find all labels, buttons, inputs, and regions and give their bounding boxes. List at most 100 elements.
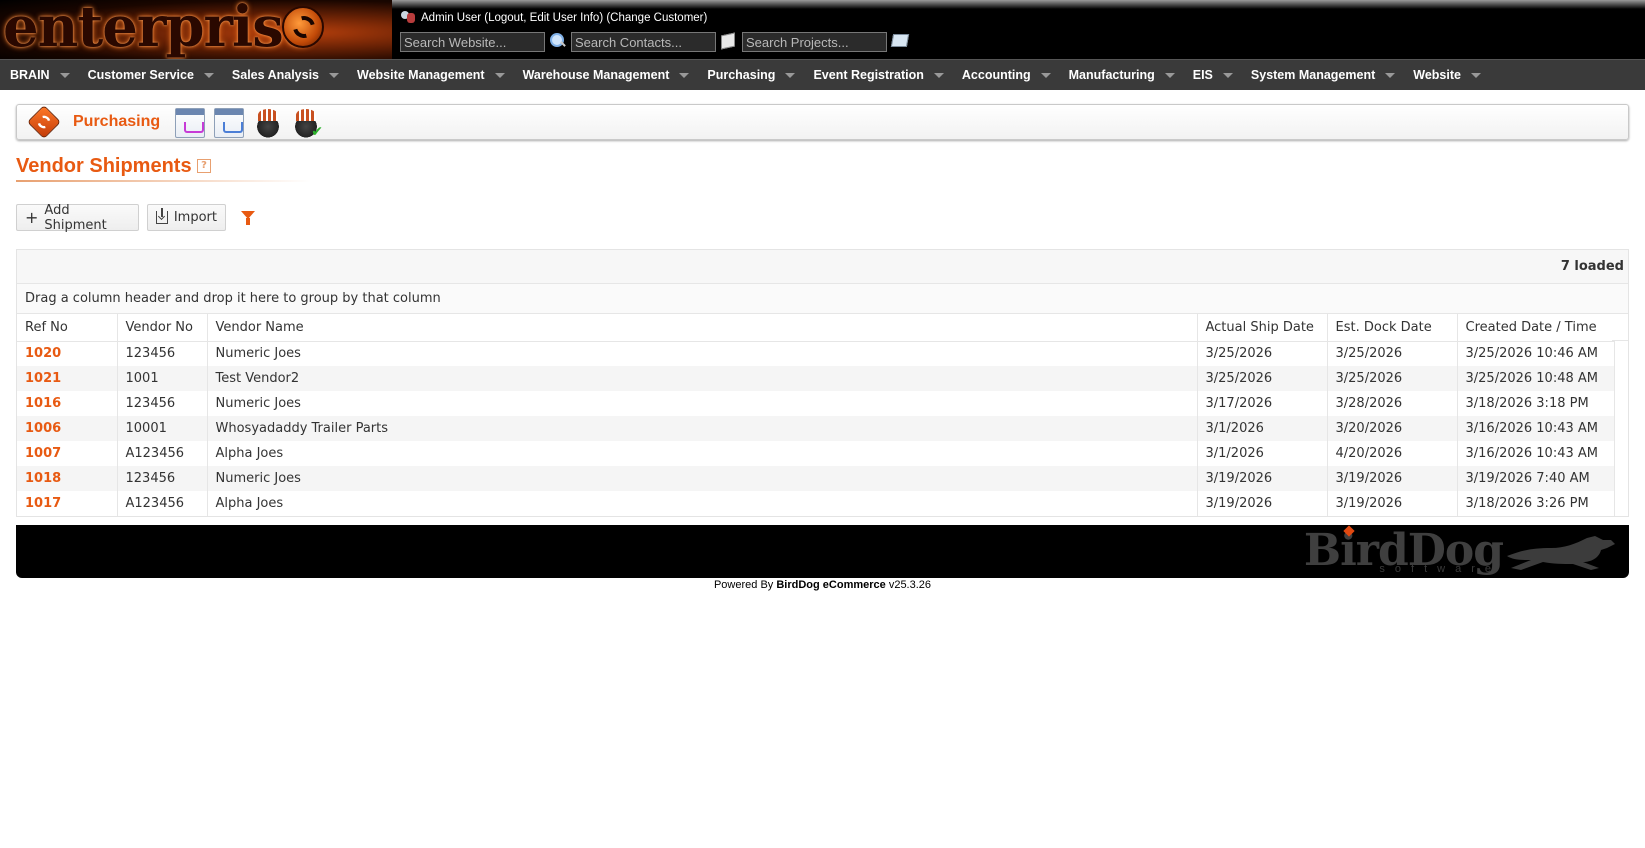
powered-by-line: Powered By BirdDog eCommerce v25.3.26 — [0, 579, 1645, 591]
vendor-name-cell: Alpha Joes — [207, 441, 1198, 466]
user-icon — [400, 11, 416, 24]
table-row[interactable]: 1006 10001 Whosyadaddy Trailer Parts 3/1… — [17, 416, 1615, 441]
caret-down-icon — [1040, 72, 1051, 78]
search-projects-input[interactable] — [742, 32, 887, 52]
nav-item-eis[interactable]: EIS — [1193, 68, 1251, 82]
purchase-order-query-icon[interactable] — [214, 108, 244, 138]
ref-no-link[interactable]: 1017 — [17, 491, 118, 516]
search-website-input[interactable] — [400, 32, 545, 52]
column-header-created-date-time[interactable]: Created Date / Time — [1457, 314, 1615, 342]
est-dock-date-cell: 3/20/2026 — [1327, 416, 1458, 441]
projects-icon[interactable] — [887, 32, 913, 52]
ref-no-link[interactable]: 1021 — [17, 366, 118, 391]
column-header-vendor-no[interactable]: Vendor No — [117, 314, 208, 342]
shipments-table: Ref No Vendor No Vendor Name Actual Ship… — [17, 314, 1615, 516]
column-header-vendor-name[interactable]: Vendor Name — [207, 314, 1198, 342]
nav-item-website-management[interactable]: Website Management — [357, 68, 523, 82]
created-date-cell: 3/25/2026 10:46 AM — [1457, 341, 1615, 366]
nav-label: Accounting — [961, 68, 1031, 82]
caret-down-icon — [494, 72, 505, 78]
cooking-pot-icon[interactable] — [253, 108, 283, 138]
nav-item-purchasing[interactable]: Purchasing — [707, 68, 813, 82]
module-toolbar: Purchasing — [16, 104, 1629, 140]
app-header: enterprise Admin User (Logout, Edit User… — [0, 0, 1645, 59]
nav-item-warehouse-management[interactable]: Warehouse Management — [523, 68, 708, 82]
logo-mark-icon — [282, 6, 324, 48]
column-header-est-dock-date[interactable]: Est. Dock Date — [1327, 314, 1458, 342]
table-row[interactable]: 1016 123456 Numeric Joes 3/17/2026 3/28/… — [17, 391, 1615, 416]
add-shipment-button[interactable]: + Add Shipment — [16, 202, 139, 233]
import-icon — [156, 208, 168, 224]
module-title[interactable]: Purchasing — [73, 113, 160, 131]
nav-label: System Management — [1250, 68, 1376, 82]
created-date-cell: 3/16/2026 10:43 AM — [1457, 416, 1615, 441]
actual-ship-date-cell: 3/1/2026 — [1197, 416, 1328, 441]
birddog-subtext: software — [1379, 563, 1501, 575]
footer-bar: BirdDog software — [16, 525, 1629, 578]
nav-label: Website — [1413, 68, 1461, 82]
caret-down-icon — [933, 72, 944, 78]
nav-item-system-management[interactable]: System Management — [1251, 68, 1413, 82]
purchase-order-cart-icon[interactable] — [175, 108, 205, 138]
nav-item-manufacturing[interactable]: Manufacturing — [1069, 68, 1193, 82]
actual-ship-date-cell: 3/1/2026 — [1197, 441, 1328, 466]
nav-item-accounting[interactable]: Accounting — [962, 68, 1069, 82]
nav-item-sales-analysis[interactable]: Sales Analysis — [232, 68, 357, 82]
header-search-bar — [400, 32, 913, 52]
table-row[interactable]: 1017 A123456 Alpha Joes 3/19/2026 3/19/2… — [17, 491, 1615, 516]
user-line-text[interactable]: Admin User (Logout, Edit User Info) (Cha… — [421, 12, 707, 24]
vendor-name-cell: Numeric Joes — [207, 466, 1198, 491]
running-dog-icon — [1507, 536, 1615, 570]
created-date-cell: 3/18/2026 3:18 PM — [1457, 391, 1615, 416]
nav-item-brain[interactable]: BRAIN — [10, 68, 88, 82]
main-nav: BRAIN Customer Service Sales Analysis We… — [0, 59, 1645, 90]
vendor-name-cell: Test Vendor2 — [207, 366, 1198, 391]
table-row[interactable]: 1021 1001 Test Vendor2 3/25/2026 3/25/20… — [17, 366, 1615, 391]
search-icon[interactable] — [545, 32, 571, 52]
vendor-no-cell: A123456 — [117, 441, 208, 466]
nav-item-event-registration[interactable]: Event Registration — [813, 68, 961, 82]
actual-ship-date-cell: 3/25/2026 — [1197, 366, 1328, 391]
enterprise-logo[interactable]: enterprise — [0, 0, 392, 59]
table-row[interactable]: 1020 123456 Numeric Joes 3/25/2026 3/25/… — [17, 341, 1615, 366]
ref-no-link[interactable]: 1018 — [17, 466, 118, 491]
ref-no-link[interactable]: 1006 — [17, 416, 118, 441]
actual-ship-date-cell: 3/19/2026 — [1197, 491, 1328, 516]
help-icon[interactable]: ? — [197, 159, 211, 173]
page-title: Vendor Shipments — [16, 155, 192, 177]
group-drop-panel[interactable]: Drag a column header and drop it here to… — [17, 284, 1628, 314]
ref-no-link[interactable]: 1016 — [17, 391, 118, 416]
column-header-ref-no[interactable]: Ref No — [17, 314, 118, 342]
import-button[interactable]: Import — [147, 204, 226, 231]
filter-icon[interactable] — [241, 211, 255, 225]
add-shipment-label: Add Shipment — [44, 202, 107, 233]
powered-brand-link[interactable]: BirdDog eCommerce — [776, 579, 885, 591]
table-header-row: Ref No Vendor No Vendor Name Actual Ship… — [17, 314, 1615, 342]
nav-item-customer-service[interactable]: Customer Service — [88, 68, 232, 82]
table-row[interactable]: 1007 A123456 Alpha Joes 3/1/2026 4/20/20… — [17, 441, 1615, 466]
contacts-book-icon[interactable] — [716, 32, 742, 52]
ref-no-link[interactable]: 1020 — [17, 341, 118, 366]
nav-label: Event Registration — [813, 68, 924, 82]
caret-down-icon — [679, 72, 690, 78]
cooking-pot-check-icon[interactable] — [291, 108, 323, 140]
vendor-no-cell: 123456 — [117, 466, 208, 491]
vendor-name-cell: Numeric Joes — [207, 341, 1198, 366]
nav-label: Sales Analysis — [231, 68, 319, 82]
nav-item-website[interactable]: Website — [1413, 68, 1499, 82]
search-contacts-input[interactable] — [571, 32, 716, 52]
est-dock-date-cell: 3/19/2026 — [1327, 491, 1458, 516]
vendor-no-cell: 1001 — [117, 366, 208, 391]
vendor-no-cell: 123456 — [117, 341, 208, 366]
nav-label: Manufacturing — [1068, 68, 1155, 82]
est-dock-date-cell: 3/25/2026 — [1327, 341, 1458, 366]
grid-header-scroll-spacer — [1612, 314, 1628, 341]
caret-down-icon — [1222, 72, 1233, 78]
grid-toolbar: 7 loaded — [17, 250, 1628, 284]
column-header-actual-ship-date[interactable]: Actual Ship Date — [1197, 314, 1328, 342]
table-row[interactable]: 1018 123456 Numeric Joes 3/19/2026 3/19/… — [17, 466, 1615, 491]
nav-label: Website Management — [357, 68, 485, 82]
import-label: Import — [173, 210, 217, 225]
ref-no-link[interactable]: 1007 — [17, 441, 118, 466]
est-dock-date-cell: 4/20/2026 — [1327, 441, 1458, 466]
